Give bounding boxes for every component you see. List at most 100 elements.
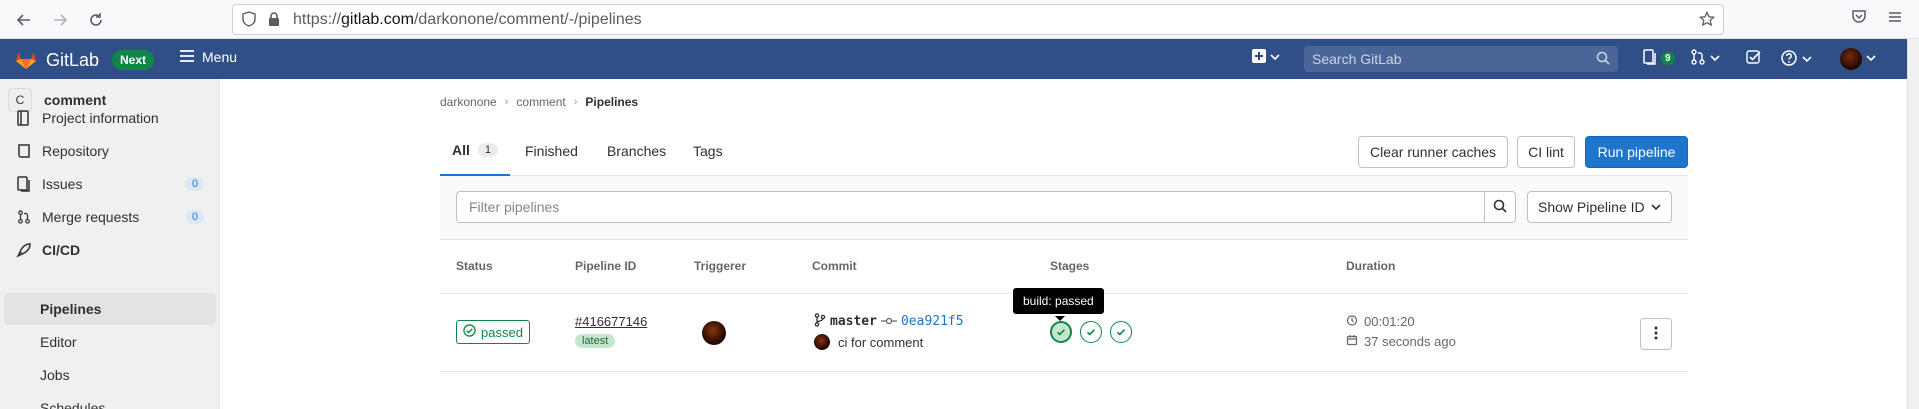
finished-time: 37 seconds ago <box>1364 334 1456 349</box>
breadcrumb-owner[interactable]: darkonone <box>440 95 497 109</box>
merge-requests-nav-button[interactable] <box>1690 49 1720 68</box>
pipeline-actions-menu[interactable] <box>1640 318 1672 350</box>
commit-icon <box>880 314 897 329</box>
sidebar-item-project-information[interactable]: Project information <box>4 102 216 134</box>
column-header-commit: Commit <box>812 259 857 273</box>
tab-count-badge: 1 <box>477 143 499 157</box>
stage-build-status-icon[interactable] <box>1050 321 1072 343</box>
run-pipeline-button[interactable]: Run pipeline <box>1585 136 1688 168</box>
sidebar-subitem-pipelines[interactable]: Pipelines <box>4 293 216 325</box>
branch-icon <box>814 313 826 330</box>
pocket-icon[interactable] <box>1850 8 1868 29</box>
repository-icon <box>16 143 32 159</box>
pipelines-table-header: Status Pipeline ID Triggerer Commit Stag… <box>440 240 1688 294</box>
rocket-icon <box>16 242 32 258</box>
app-menu-icon[interactable] <box>1886 8 1904 29</box>
branch-name-link[interactable]: master <box>830 314 877 329</box>
tab-finished[interactable]: Finished <box>525 126 578 176</box>
sidebar-item-label: Project information <box>42 110 159 126</box>
column-header-stages: Stages <box>1050 259 1090 273</box>
breadcrumb-project[interactable]: comment <box>516 95 565 109</box>
user-menu[interactable] <box>1840 48 1876 70</box>
triggerer-avatar[interactable] <box>702 321 726 345</box>
breadcrumb-current[interactable]: Pipelines <box>585 95 638 109</box>
sidebar-item-issues[interactable]: Issues 0 <box>4 168 216 200</box>
tab-tags[interactable]: Tags <box>693 126 723 176</box>
gitlab-home-link[interactable]: GitLab <box>14 48 99 73</box>
stage-deploy-status-icon[interactable] <box>1110 321 1132 343</box>
commit-sha-link[interactable]: 0ea921f5 <box>901 314 964 329</box>
commit-title-link[interactable]: ci for comment <box>838 335 923 350</box>
pipeline-stages <box>1050 321 1132 343</box>
new-dropdown[interactable] <box>1252 49 1280 66</box>
info-icon <box>16 110 32 126</box>
search-input[interactable] <box>1304 46 1618 72</box>
sidebar-item-merge-requests[interactable]: Merge requests 0 <box>4 201 216 233</box>
sidebar-item-ci-cd[interactable]: CI/CD <box>4 234 216 266</box>
back-icon[interactable] <box>10 6 38 34</box>
status-badge[interactable]: passed <box>456 320 530 344</box>
forward-icon[interactable] <box>46 6 74 34</box>
tab-all[interactable]: All 1 <box>440 126 511 176</box>
gitlab-logo-icon <box>14 48 38 73</box>
help-icon <box>1780 49 1798 70</box>
bookmark-star-icon[interactable] <box>1698 10 1716 30</box>
sidebar-item-repository[interactable]: Repository <box>4 135 216 167</box>
filter-search-button[interactable] <box>1484 191 1516 223</box>
latest-badge: latest <box>575 334 616 348</box>
commit-title-row: ci for comment <box>814 334 923 350</box>
browser-toolbar: https://gitlab.com/darkonone/comment/-/p… <box>0 0 1919 39</box>
pipeline-id-link[interactable]: #416677146 <box>575 314 647 329</box>
show-pipeline-id-dropdown[interactable]: Show Pipeline ID <box>1527 191 1672 223</box>
issues-count-badge: 0 <box>185 177 204 191</box>
status-label: passed <box>481 324 523 340</box>
timer-icon <box>1346 314 1358 329</box>
tooltip-arrow <box>1055 316 1065 321</box>
sidebar-subitem-editor[interactable]: Editor <box>4 326 216 358</box>
lock-icon[interactable] <box>267 11 281 30</box>
ci-lint-button[interactable]: CI lint <box>1517 136 1575 168</box>
clear-runner-caches-button[interactable]: Clear runner caches <box>1358 136 1508 168</box>
chevron-down-icon <box>1866 52 1876 66</box>
search-icon <box>1493 199 1507 216</box>
chevron-down-icon <box>1710 52 1720 66</box>
next-badge[interactable]: Next <box>112 50 155 70</box>
commit-author-avatar[interactable] <box>814 334 830 350</box>
url-bar[interactable]: https://gitlab.com/darkonone/comment/-/p… <box>232 4 1724 35</box>
tab-branches[interactable]: Branches <box>607 126 666 176</box>
kebab-menu-icon <box>1654 326 1658 343</box>
sidebar-item-label: CI/CD <box>42 242 81 258</box>
gitlab-top-nav: GitLab Next Menu 9 <box>0 39 1919 79</box>
chevron-right-icon: › <box>504 96 509 108</box>
todo-check-icon <box>1746 49 1762 68</box>
project-sidebar: C comment Project information Repository… <box>0 79 220 409</box>
merge-requests-count-badge: 0 <box>185 210 204 224</box>
menu-button[interactable]: Menu <box>180 49 237 65</box>
shield-icon[interactable] <box>241 11 257 30</box>
filter-pipelines-input[interactable] <box>456 191 1500 223</box>
sidebar-subitem-schedules[interactable]: Schedules <box>4 392 216 409</box>
sidebar-subitem-jobs[interactable]: Jobs <box>4 359 216 391</box>
sidebar-item-label: Merge requests <box>42 209 140 225</box>
reload-icon[interactable] <box>82 6 110 34</box>
url-text[interactable]: https://gitlab.com/darkonone/comment/-/p… <box>293 11 642 29</box>
search-box[interactable] <box>1304 46 1618 72</box>
tab-label: Branches <box>607 143 667 159</box>
page-scrollbar[interactable] <box>1907 39 1919 409</box>
help-dropdown[interactable] <box>1780 49 1812 70</box>
gitlab-brand-text: GitLab <box>46 50 100 70</box>
stage-tooltip: build: passed <box>1013 288 1104 314</box>
issues-icon <box>1643 49 1657 68</box>
status-success-icon <box>463 324 476 340</box>
issues-nav-button[interactable]: 9 <box>1643 49 1675 68</box>
chevron-right-icon: › <box>573 96 578 108</box>
merge-request-icon <box>1690 49 1706 68</box>
todos-nav-button[interactable] <box>1746 49 1762 68</box>
menu-label: Menu <box>202 49 238 65</box>
stage-test-status-icon[interactable] <box>1080 321 1102 343</box>
plus-square-icon <box>1252 49 1266 66</box>
chevron-down-icon <box>1802 53 1812 67</box>
hamburger-icon <box>180 49 194 65</box>
issues-count-badge: 9 <box>1661 52 1675 65</box>
column-header-pipeline-id: Pipeline ID <box>575 259 637 273</box>
